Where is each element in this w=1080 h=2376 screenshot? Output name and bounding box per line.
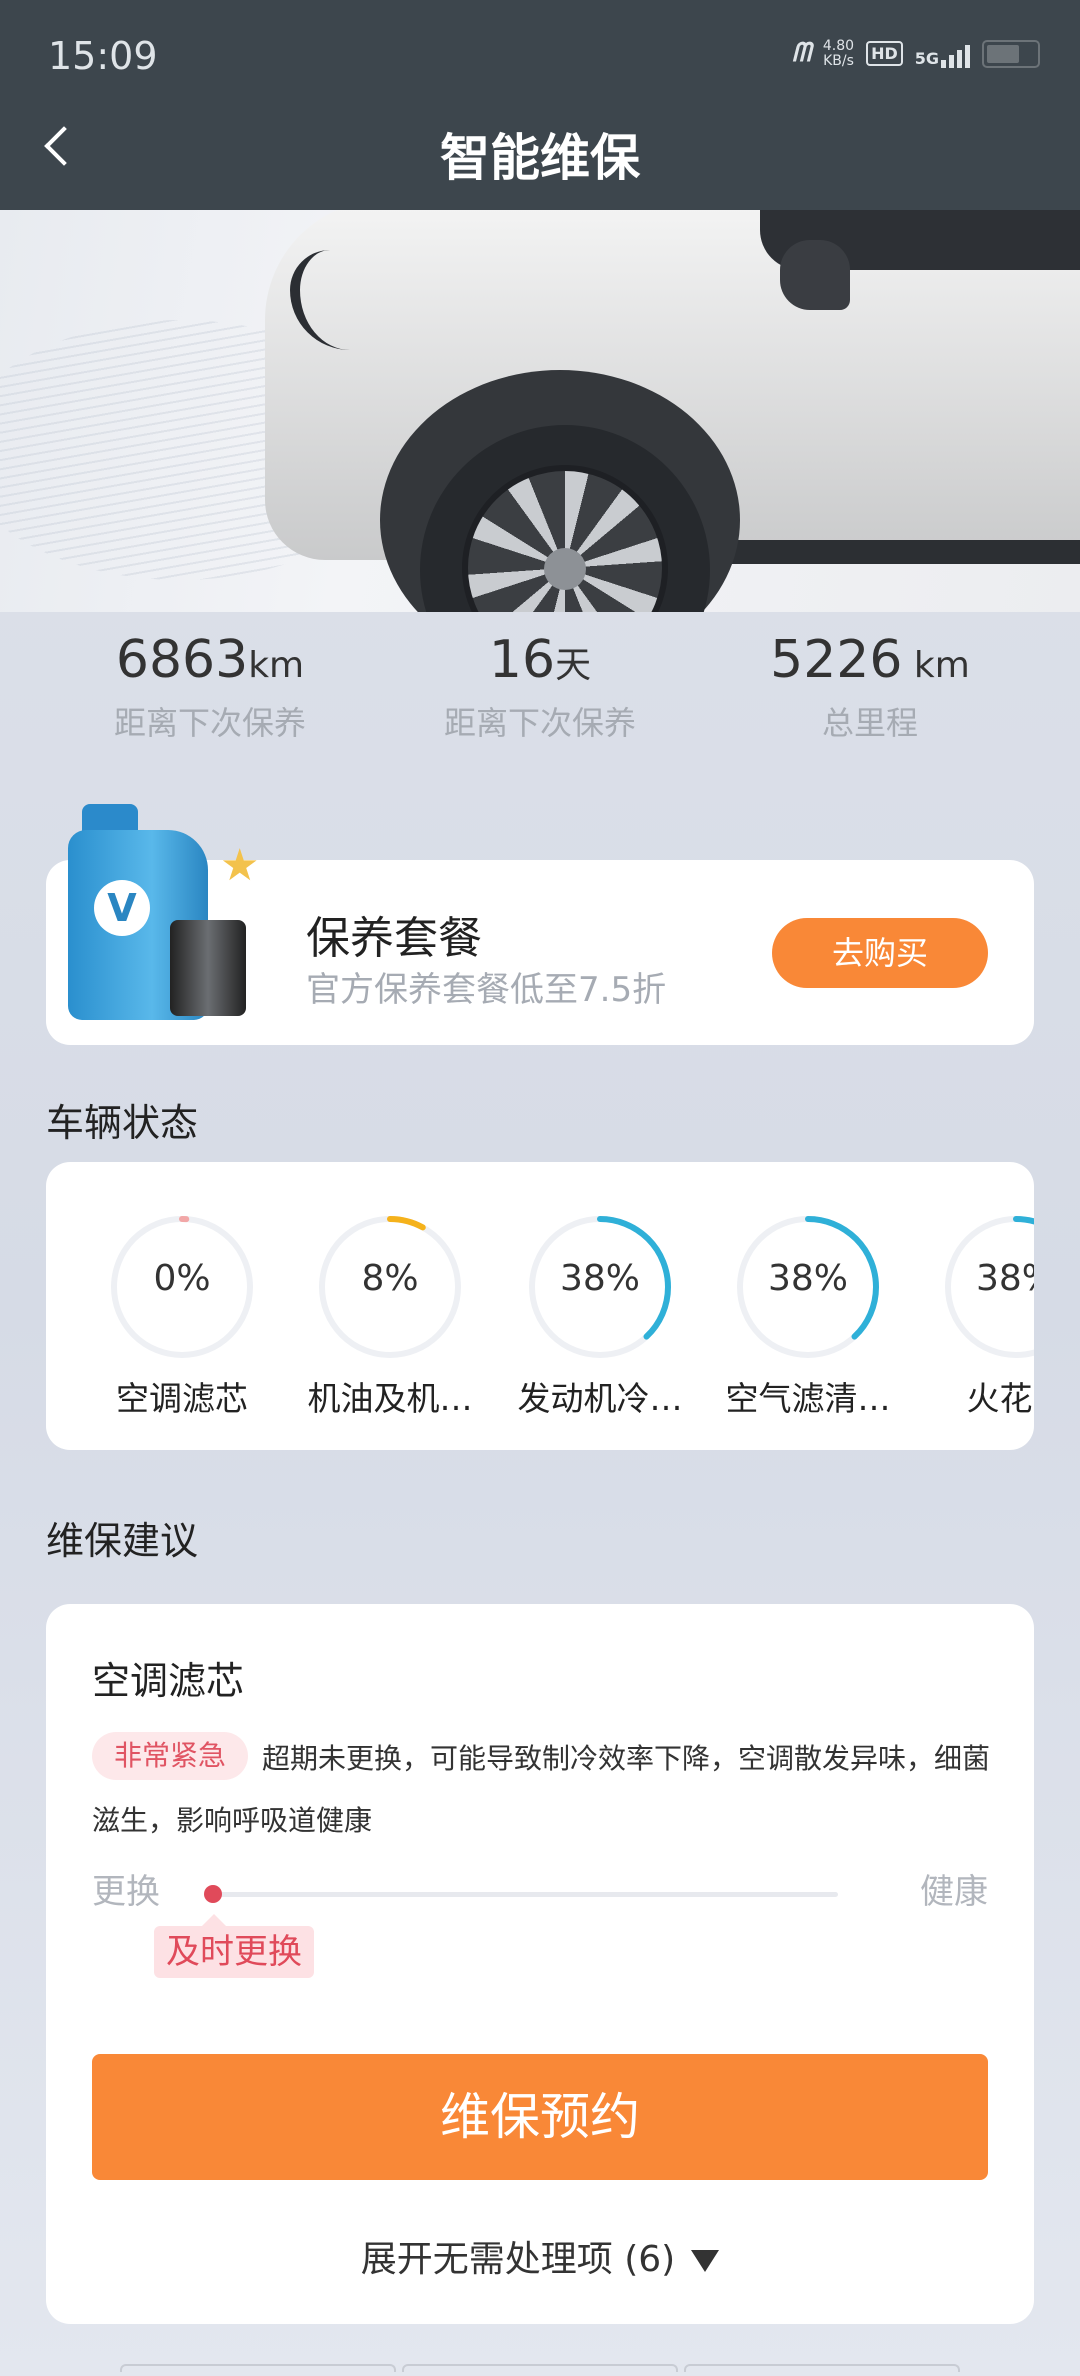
vehicle-status-title: 车辆状态 (46, 1101, 199, 1145)
stat-total-mileage: 5226 km 总里程 (770, 630, 970, 742)
mileage-stats: 6863km 距离下次保养 16天 距离下次保养 5226 km 总里程 (0, 630, 1080, 744)
health-track (212, 1892, 838, 1897)
signal-icon (941, 40, 970, 68)
network-type: 5G (915, 40, 970, 68)
car-hero-image (0, 210, 1080, 612)
bottom-cards-peek (120, 2364, 960, 2372)
maintenance-suggestion-title: 维保建议 (46, 1519, 199, 1563)
top-bar: 15:09 ᗰ 4.80 KB/s HD 5G 智能维保 (0, 0, 1080, 210)
gauge-item[interactable]: 8% 机油及机… (290, 1212, 490, 1420)
brand-logo: V (94, 880, 150, 936)
status-time: 15:09 (48, 34, 158, 78)
gauge-item[interactable]: 38% 空气滤清… (708, 1212, 908, 1420)
buy-button[interactable]: 去购买 (772, 918, 988, 988)
urgency-badge: 非常紧急 (92, 1732, 249, 1780)
book-maintenance-button[interactable]: 维保预约 (92, 2054, 988, 2180)
star-icon: ★ (220, 840, 260, 891)
gauge-item[interactable]: 0% 空调滤芯 (82, 1212, 282, 1420)
triangle-down-icon (691, 2250, 720, 2272)
battery-icon (982, 39, 1040, 68)
track-label-replace: 更换 (92, 1872, 160, 1912)
oil-filter-image (170, 920, 246, 1016)
expand-toggle[interactable]: 展开无需处理项 (6) (46, 2230, 1034, 2282)
package-title: 保养套餐 (306, 913, 482, 964)
stat-next-service-days: 16天 距离下次保养 (443, 630, 636, 742)
net-speed: 4.80 KB/s (822, 37, 855, 69)
oil-bottle-image: V ★ (60, 800, 270, 1050)
track-label-healthy: 健康 (920, 1872, 988, 1912)
hd-badge: HD (866, 41, 903, 66)
gauge-item[interactable]: 38% 火花… (916, 1212, 1034, 1420)
item-title: 空调滤芯 (92, 1659, 245, 1703)
vehicle-status-card[interactable]: 0% 空调滤芯 8% 机油及机… 38% 发动机冷… 38% 空气滤清… 38%… (46, 1162, 1034, 1450)
maintenance-suggestion-card: 空调滤芯 超期未更换，可能导致制冷效率下降，空调散发异味，细菌滋生，影响呼吸道健… (46, 1604, 1034, 2324)
expand-label: 展开无需处理项 (6) (360, 2239, 676, 2280)
package-subtitle: 官方保养套餐低至7.5折 (306, 970, 667, 1010)
replace-tip: 及时更换 (154, 1914, 314, 1978)
page-title: 智能维保 (440, 129, 640, 187)
gauge-item[interactable]: 38% 发动机冷… (500, 1212, 700, 1420)
status-icons: ᗰ 4.80 KB/s HD 5G (792, 38, 1040, 69)
health-indicator (204, 1885, 222, 1903)
data-activity-icon: ᗰ (792, 38, 811, 68)
stat-next-service-km: 6863km 距离下次保养 (113, 630, 306, 742)
